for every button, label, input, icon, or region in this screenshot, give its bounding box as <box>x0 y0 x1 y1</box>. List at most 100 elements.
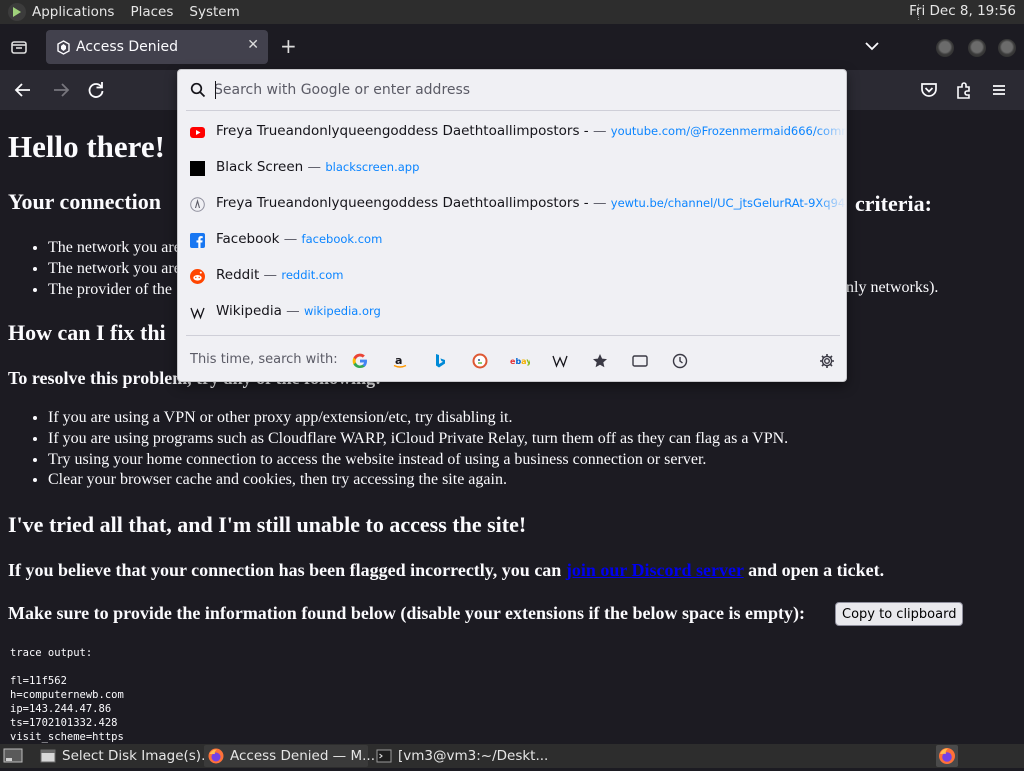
dialog-icon <box>40 748 56 764</box>
fix-heading: How can I fix thi <box>8 320 166 345</box>
task-label: Select Disk Image(s)... <box>62 748 214 764</box>
applications-menu[interactable]: Applications <box>32 4 114 20</box>
bottom-taskbar: Select Disk Image(s)... Access Denied — … <box>0 744 1024 768</box>
distro-logo-icon[interactable] <box>8 3 26 21</box>
list-item: The network you are <box>48 238 181 259</box>
task-label: [vm3@vm3:~/Deskt... <box>398 748 549 764</box>
suggestion-title: Freya Trueandonlyqueengoddess Daethtoall… <box>216 123 589 139</box>
suggestion-row-youtube[interactable]: Freya Trueandonlyqueengoddess Daethtoall… <box>178 114 846 150</box>
divider <box>186 335 840 336</box>
suggestion-title: Reddit <box>216 267 260 283</box>
trace-output: trace output: fl=11f562 h=computernewb.c… <box>10 647 124 743</box>
list-item: The network you are <box>48 259 181 280</box>
tab-strip: Access Denied ✕ + <box>0 24 1024 70</box>
bing-icon[interactable] <box>429 350 451 372</box>
terminal-icon <box>376 748 392 764</box>
task-select-disk-image[interactable]: Select Disk Image(s)... <box>36 745 214 767</box>
suggestion-url: reddit.com <box>281 268 344 282</box>
extensions-puzzle-icon[interactable] <box>953 79 975 101</box>
tray-firefox-icon[interactable] <box>936 745 958 767</box>
criteria-list: The network you are The network you are … <box>48 238 181 300</box>
suggestion-row-reddit[interactable]: Reddit — reddit.com <box>178 258 846 294</box>
discord-link[interactable]: join our Discord server <box>566 560 744 580</box>
suggestion-url: wikipedia.org <box>303 304 381 318</box>
one-off-search-bar: This time, search with: a ebay <box>178 342 846 380</box>
firefox-icon <box>208 748 224 764</box>
firefox-view-icon[interactable] <box>8 36 30 58</box>
maximize-window-icon[interactable] <box>968 39 986 57</box>
back-arrow-icon[interactable] <box>12 79 34 101</box>
suggestion-row-black-screen[interactable]: Black Screen — blackscreen.app <box>178 150 846 186</box>
criteria-fragment: criteria: <box>855 191 932 216</box>
google-icon[interactable] <box>349 350 371 372</box>
pocket-icon[interactable] <box>918 79 940 101</box>
suggestion-url: yewtu.be/channel/UC_jtsGelurRAt-9Xq94uX <box>610 196 846 210</box>
suggestion-url: youtube.com/@Frozenmermaid666/commu <box>610 124 846 138</box>
reload-icon[interactable] <box>85 79 107 101</box>
show-desktop-icon[interactable] <box>3 747 23 765</box>
row-fade <box>816 114 846 150</box>
task-terminal[interactable]: [vm3@vm3:~/Deskt... <box>372 745 548 767</box>
suggestion-title: Facebook <box>216 231 280 247</box>
tab-title: Access Denied <box>76 39 179 55</box>
facebook-icon <box>190 233 205 248</box>
flagged-text-after: and open a ticket. <box>743 560 885 580</box>
list-item: The provider of the <box>48 280 181 301</box>
url-input-row <box>178 70 846 110</box>
suggestion-title: Wikipedia <box>216 303 282 319</box>
suggestion-row-invidious[interactable]: Freya Trueandonlyqueengoddess Daethtoall… <box>178 186 846 222</box>
wikipedia-icon[interactable] <box>549 350 571 372</box>
task-label: Access Denied — M... <box>230 748 375 764</box>
provide-info-text: Make sure to provide the information fou… <box>8 603 806 623</box>
history-icon[interactable] <box>669 350 691 372</box>
list-item: Clear your browser cache and cookies, th… <box>48 470 788 491</box>
fix-list: If you are using a VPN or other proxy ap… <box>48 408 788 491</box>
copy-to-clipboard-button[interactable]: Copy to clipboard <box>835 602 964 626</box>
settings-gear-icon[interactable] <box>816 350 838 372</box>
duckduckgo-icon[interactable] <box>469 350 491 372</box>
divider <box>186 110 840 111</box>
list-item: If you are using a VPN or other proxy ap… <box>48 408 788 429</box>
list-item: If you are using programs such as Cloudf… <box>48 429 788 450</box>
flagged-text: If you believe that your connection has … <box>8 560 884 581</box>
amazon-icon[interactable]: a <box>389 350 411 372</box>
networks-fragment: nly networks). <box>846 279 939 296</box>
top-panel: Applications Places System Fri Dec 8, 19… <box>0 0 1024 24</box>
hamburger-menu-icon[interactable] <box>988 79 1010 101</box>
close-window-icon[interactable] <box>998 39 1016 57</box>
invidious-icon <box>190 197 205 212</box>
system-menu[interactable]: System <box>189 4 239 20</box>
black-square-icon <box>190 161 205 176</box>
reddit-icon <box>190 269 205 284</box>
places-menu[interactable]: Places <box>130 4 173 20</box>
search-with-label: This time, search with: <box>190 352 338 367</box>
suggestion-url: blackscreen.app <box>325 160 420 174</box>
page-heading: Hello there! <box>8 129 165 164</box>
text-caret <box>215 81 216 99</box>
tabs-icon[interactable] <box>629 350 651 372</box>
new-tab-plus-icon[interactable]: + <box>280 36 297 56</box>
youtube-icon <box>190 125 205 140</box>
ebay-icon[interactable]: ebay <box>509 350 531 372</box>
tab-close-icon[interactable]: ✕ <box>247 37 259 53</box>
wikipedia-icon <box>190 305 205 320</box>
forward-arrow-icon[interactable] <box>50 79 72 101</box>
suggestion-title: Black Screen <box>216 159 304 175</box>
clock[interactable]: Fri Dec 8, 19:56 <box>909 3 1016 19</box>
suggestion-url: facebook.com <box>301 232 383 246</box>
url-bar-popup: Freya Trueandonlyqueengoddess Daethtoall… <box>177 69 847 382</box>
list-all-tabs-chevron-icon[interactable] <box>864 38 880 54</box>
suggestion-row-wikipedia[interactable]: Wikipedia — wikipedia.org <box>178 294 846 330</box>
search-icon <box>190 82 206 98</box>
svg-text:a: a <box>395 354 402 367</box>
row-fade <box>816 186 846 222</box>
flagged-text-before: If you believe that your connection has … <box>8 560 566 580</box>
suggestion-row-facebook[interactable]: Facebook — facebook.com <box>178 222 846 258</box>
tab-access-denied[interactable]: Access Denied ✕ <box>46 30 268 64</box>
task-access-denied[interactable]: Access Denied — M... <box>204 745 375 767</box>
suggestion-title: Freya Trueandonlyqueengoddess Daethtoall… <box>216 195 589 211</box>
url-input[interactable] <box>214 78 834 102</box>
tab-favicon-icon <box>56 40 71 55</box>
minimize-window-icon[interactable] <box>936 39 954 57</box>
bookmarks-star-icon[interactable] <box>589 350 611 372</box>
